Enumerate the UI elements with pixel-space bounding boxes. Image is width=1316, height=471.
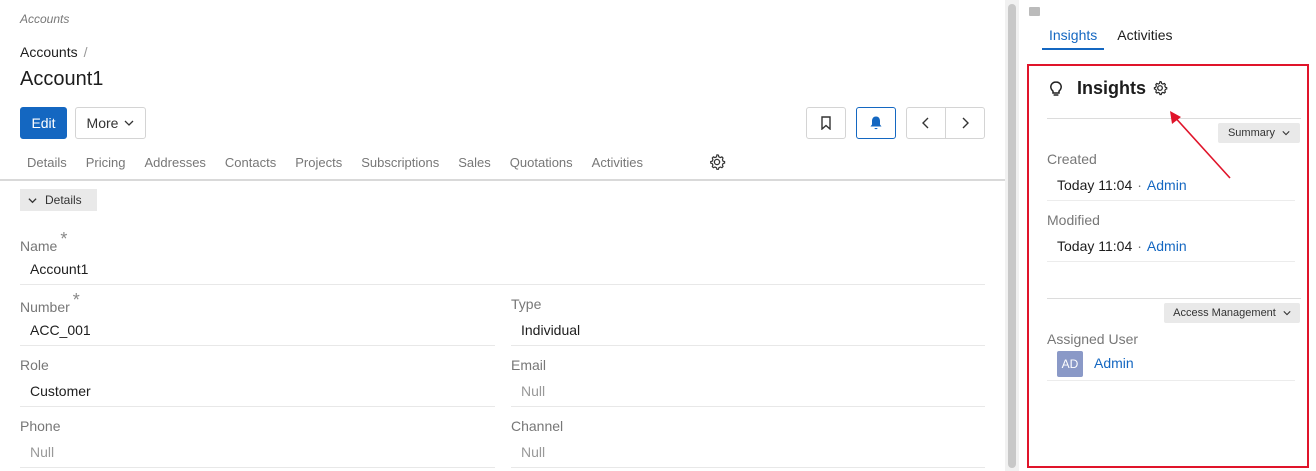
breadcrumb: Accounts / — [20, 44, 87, 60]
created-time: Today 11:04 — [1057, 177, 1133, 193]
tab-details[interactable]: Details — [20, 150, 79, 180]
more-button-label: More — [86, 115, 119, 131]
details-panel-title: Details — [45, 193, 82, 207]
divider — [1047, 200, 1295, 201]
tab-addresses[interactable]: Addresses — [138, 150, 218, 180]
chevron-down-icon — [124, 120, 134, 126]
required-marker: * — [60, 229, 68, 249]
edit-button[interactable]: Edit — [20, 107, 67, 139]
main-content: Accounts Accounts / Account1 Edit More De… — [0, 0, 1005, 471]
tab-quotations[interactable]: Quotations — [503, 150, 585, 180]
modified-row: Today 11:04 · Admin — [1057, 238, 1187, 254]
divider — [511, 345, 985, 346]
main-scrollbar[interactable] — [1005, 0, 1019, 471]
access-management-label: Access Management — [1173, 307, 1276, 319]
assigned-user-link[interactable]: Admin — [1094, 355, 1134, 371]
breadcrumb-separator: / — [83, 44, 88, 60]
email-value[interactable]: Null — [521, 383, 545, 399]
insights-title: Insights — [1077, 78, 1147, 98]
scrollbar-thumb[interactable] — [1008, 4, 1016, 468]
tab-pricing[interactable]: Pricing — [79, 150, 138, 180]
name-label: Name * — [20, 229, 67, 256]
assigned-user-label: Assigned User — [1047, 331, 1139, 347]
number-label: Number * — [20, 290, 80, 317]
separator-dot: · — [1137, 177, 1142, 193]
name-value[interactable]: Account1 — [30, 261, 88, 277]
tab-subscriptions[interactable]: Subscriptions — [354, 150, 451, 180]
side-tabs: Insights Activities — [1042, 26, 1185, 50]
side-tab-activities[interactable]: Activities — [1110, 26, 1179, 50]
divider — [1047, 380, 1295, 381]
divider — [20, 284, 985, 285]
tabs-divider — [0, 179, 1005, 181]
follow-button[interactable] — [856, 107, 896, 139]
annotation-arrow — [1170, 111, 1231, 179]
divider — [1047, 261, 1295, 262]
number-value[interactable]: ACC_001 — [30, 322, 91, 338]
channel-value[interactable]: Null — [521, 444, 545, 460]
breadcrumb-top: Accounts — [20, 12, 70, 26]
email-label: Email — [511, 357, 547, 373]
channel-label: Channel — [511, 418, 564, 434]
separator-dot: · — [1137, 238, 1142, 254]
role-value[interactable]: Customer — [30, 383, 91, 399]
bookmark-icon — [821, 116, 831, 130]
modified-label: Modified — [1047, 212, 1100, 228]
chevron-right-icon — [962, 117, 969, 129]
divider — [1047, 298, 1301, 299]
tab-sales[interactable]: Sales — [451, 150, 503, 180]
phone-value[interactable]: Null — [30, 444, 54, 460]
phone-label: Phone — [20, 418, 61, 434]
type-value[interactable]: Individual — [521, 322, 580, 338]
chevron-left-icon — [922, 117, 929, 129]
role-label: Role — [20, 357, 49, 373]
access-management-dropdown[interactable]: Access Management — [1164, 303, 1300, 323]
tab-contacts[interactable]: Contacts — [218, 150, 288, 180]
divider — [511, 467, 985, 468]
type-label: Type — [511, 296, 542, 312]
bell-icon — [870, 116, 882, 130]
details-panel-header[interactable]: Details — [20, 189, 97, 211]
required-marker: * — [72, 290, 80, 310]
panel-toggle-icon[interactable] — [1029, 7, 1040, 16]
avatar: AD — [1057, 351, 1083, 377]
gear-icon[interactable] — [708, 153, 726, 171]
modified-time: Today 11:04 — [1057, 238, 1133, 254]
breadcrumb-accounts-link[interactable]: Accounts — [20, 44, 78, 60]
chevron-down-icon — [1283, 311, 1291, 316]
gear-icon[interactable] — [1152, 80, 1168, 96]
divider — [511, 406, 985, 407]
modified-by-link[interactable]: Admin — [1147, 238, 1187, 254]
divider — [20, 406, 495, 407]
record-tabs: Details Pricing Addresses Contacts Proje… — [20, 150, 655, 180]
tab-projects[interactable]: Projects — [288, 150, 354, 180]
lightbulb-icon — [1050, 81, 1062, 96]
tab-activities[interactable]: Activities — [585, 150, 655, 180]
previous-record-button[interactable] — [906, 107, 946, 139]
next-record-button[interactable] — [945, 107, 985, 139]
name-label-text: Name — [20, 238, 58, 254]
divider — [20, 467, 495, 468]
more-button[interactable]: More — [75, 107, 146, 139]
chevron-down-icon — [1282, 131, 1290, 136]
created-label: Created — [1047, 151, 1097, 167]
bookmark-button[interactable] — [806, 107, 846, 139]
chevron-down-icon — [28, 197, 37, 203]
divider — [20, 345, 495, 346]
side-panel: Insights Activities Insights Summary Cre… — [1019, 0, 1316, 471]
number-label-text: Number — [20, 299, 70, 315]
side-tab-insights[interactable]: Insights — [1042, 26, 1105, 50]
page-title: Account1 — [20, 68, 104, 90]
